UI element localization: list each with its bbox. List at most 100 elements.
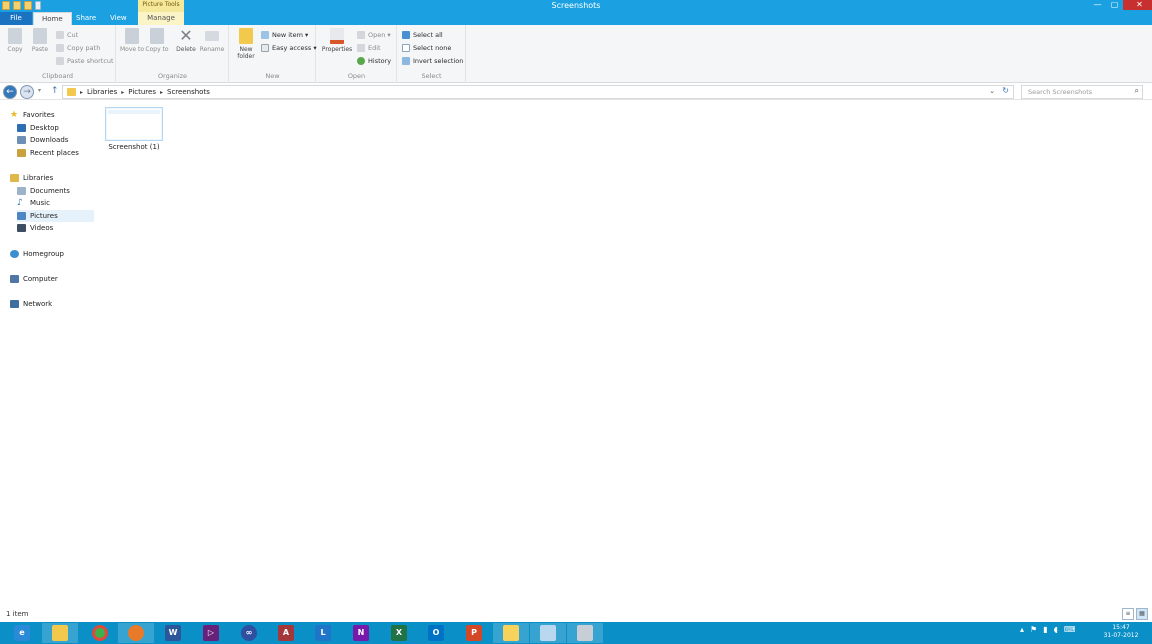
show-hidden-icons-icon[interactable]: ▴ <box>1020 625 1024 634</box>
address-dropdown-icon[interactable]: ⌄ <box>989 87 995 95</box>
star-icon: ★ <box>10 110 19 120</box>
details-view-icon[interactable]: ≡ <box>1122 608 1134 620</box>
history-label: History <box>368 57 392 65</box>
paste-label: Paste <box>31 46 49 53</box>
tab-view[interactable]: View <box>102 12 135 25</box>
move-to-button[interactable]: Move to <box>119 28 145 53</box>
taskbar-lync[interactable]: L <box>305 623 341 643</box>
recent-locations-chevron-icon[interactable]: ▾ <box>38 87 41 94</box>
nav-computer[interactable]: Computer <box>10 273 106 285</box>
edit-button[interactable]: Edit <box>357 43 381 53</box>
select-none-button[interactable]: Select none <box>402 43 451 53</box>
taskbar-folder[interactable] <box>493 623 529 643</box>
invert-selection-icon <box>402 57 410 65</box>
history-button[interactable]: History <box>357 56 391 66</box>
thumbnail-preview <box>108 110 160 114</box>
tab-home[interactable]: Home <box>33 12 72 25</box>
nav-recent-places[interactable]: Recent places <box>17 147 113 159</box>
taskbar-visual-studio[interactable]: ▷ <box>193 623 229 643</box>
clock[interactable]: 15:47 31-07-2012 <box>1097 624 1145 640</box>
nav-favorites[interactable]: ★ Favorites <box>10 109 106 121</box>
nav-desktop[interactable]: Desktop <box>17 122 113 134</box>
taskbar-powerpoint[interactable]: P <box>456 623 492 643</box>
desktop-icon <box>17 124 26 132</box>
app-icon: ∞ <box>241 625 257 641</box>
cut-button[interactable]: Cut <box>56 30 78 40</box>
refresh-icon[interactable]: ↻ <box>1002 86 1009 95</box>
system-tray: ▴ ⚑ ▮ ◖ ⌨ <box>1020 625 1075 634</box>
history-icon <box>357 57 365 65</box>
minimize-button[interactable]: — <box>1089 0 1106 10</box>
invert-selection-button[interactable]: Invert selection <box>402 56 463 66</box>
delete-label: Delete <box>176 46 196 53</box>
select-all-button[interactable]: Select all <box>402 30 443 40</box>
new-folder-button[interactable]: New folder <box>233 28 259 60</box>
tab-manage[interactable]: Manage <box>138 12 184 25</box>
maximize-button[interactable]: ▢ <box>1106 0 1123 10</box>
back-button[interactable]: ← <box>3 85 17 99</box>
open-button[interactable]: Open ▾ <box>357 30 391 40</box>
taskbar-app[interactable]: ∞ <box>231 623 267 643</box>
breadcrumb-pictures[interactable]: Pictures <box>128 88 156 96</box>
nav-documents[interactable]: Documents <box>17 185 113 197</box>
new-item-button[interactable]: New item ▾ <box>261 30 308 40</box>
nav-pictures[interactable]: Pictures <box>17 210 94 222</box>
taskbar-app2[interactable] <box>530 623 566 643</box>
paste-shortcut-button[interactable]: Paste shortcut <box>56 56 114 66</box>
taskbar-ie[interactable]: e <box>4 623 40 643</box>
taskbar-firefox[interactable] <box>118 623 154 643</box>
taskbar-word[interactable]: W <box>155 623 191 643</box>
forward-button[interactable]: → <box>20 85 34 99</box>
up-arrow-icon[interactable]: ↑ <box>51 86 59 96</box>
taskbar: e W ▷ ∞ A L N X O P ▴ ⚑ ▮ ◖ ⌨ 15:47 31-0… <box>0 622 1152 644</box>
nav-label: Music <box>30 199 50 207</box>
breadcrumb-libraries[interactable]: Libraries <box>87 88 117 96</box>
close-button[interactable]: ✕ <box>1123 0 1152 10</box>
nav-libraries[interactable]: Libraries <box>10 172 106 184</box>
network-icon <box>10 300 19 308</box>
delete-button[interactable]: ✕ Delete <box>173 28 199 54</box>
taskbar-app3[interactable] <box>567 623 603 643</box>
nav-downloads[interactable]: Downloads <box>17 134 113 146</box>
network-signal-icon[interactable]: ▮ <box>1043 625 1047 634</box>
path-input[interactable]: ▸ Libraries ▸ Pictures ▸ Screenshots ⌄ ↻ <box>62 85 1014 99</box>
easy-access-button[interactable]: Easy access ▾ <box>261 43 317 53</box>
properties-button[interactable]: Properties <box>320 28 354 53</box>
nav-homegroup[interactable]: Homegroup <box>10 248 106 260</box>
copy-button[interactable]: Copy <box>2 28 28 53</box>
access-icon: A <box>278 625 294 641</box>
file-item[interactable]: Screenshot (1) <box>103 105 165 155</box>
search-input[interactable]: Search Screenshots ⌕ <box>1021 85 1143 99</box>
taskbar-explorer[interactable] <box>42 623 78 643</box>
new-group: New folder New item ▾ Easy access ▾ New <box>230 25 317 83</box>
search-icon[interactable]: ⌕ <box>1135 86 1139 96</box>
paste-button[interactable]: Paste <box>27 28 53 53</box>
copy-path-button[interactable]: Copy path <box>56 43 100 53</box>
file-thumbnail <box>105 107 163 141</box>
nav-label: Downloads <box>30 136 69 144</box>
copy-to-button[interactable]: Copy to <box>144 28 170 53</box>
explorer-icon <box>52 625 68 641</box>
breadcrumb-screenshots[interactable]: Screenshots <box>167 88 210 96</box>
search-placeholder: Search Screenshots <box>1028 88 1093 96</box>
rename-button[interactable]: Rename <box>199 28 225 53</box>
move-to-label: Move to <box>119 46 145 53</box>
nav-videos[interactable]: Videos <box>17 222 113 234</box>
tab-share[interactable]: Share <box>68 12 104 25</box>
open-label: Open ▾ <box>368 31 391 39</box>
flag-icon[interactable]: ⚑ <box>1030 625 1037 634</box>
taskbar-chrome[interactable] <box>82 623 118 643</box>
taskbar-access[interactable]: A <box>268 623 304 643</box>
move-to-icon <box>125 28 139 44</box>
address-bar: ← → ▾ ↑ ▸ Libraries ▸ Pictures ▸ Screens… <box>0 84 1152 100</box>
language-icon[interactable]: ⌨ <box>1064 625 1076 634</box>
volume-icon[interactable]: ◖ <box>1054 625 1058 634</box>
taskbar-excel[interactable]: X <box>381 623 417 643</box>
nav-music[interactable]: ♪ Music <box>17 197 113 209</box>
taskbar-outlook[interactable]: O <box>418 623 454 643</box>
tab-file[interactable]: File <box>0 12 32 25</box>
taskbar-onenote[interactable]: N <box>343 623 379 643</box>
cut-label: Cut <box>67 31 79 39</box>
large-icons-view-icon[interactable]: ▦ <box>1136 608 1148 620</box>
nav-network[interactable]: Network <box>10 298 106 310</box>
